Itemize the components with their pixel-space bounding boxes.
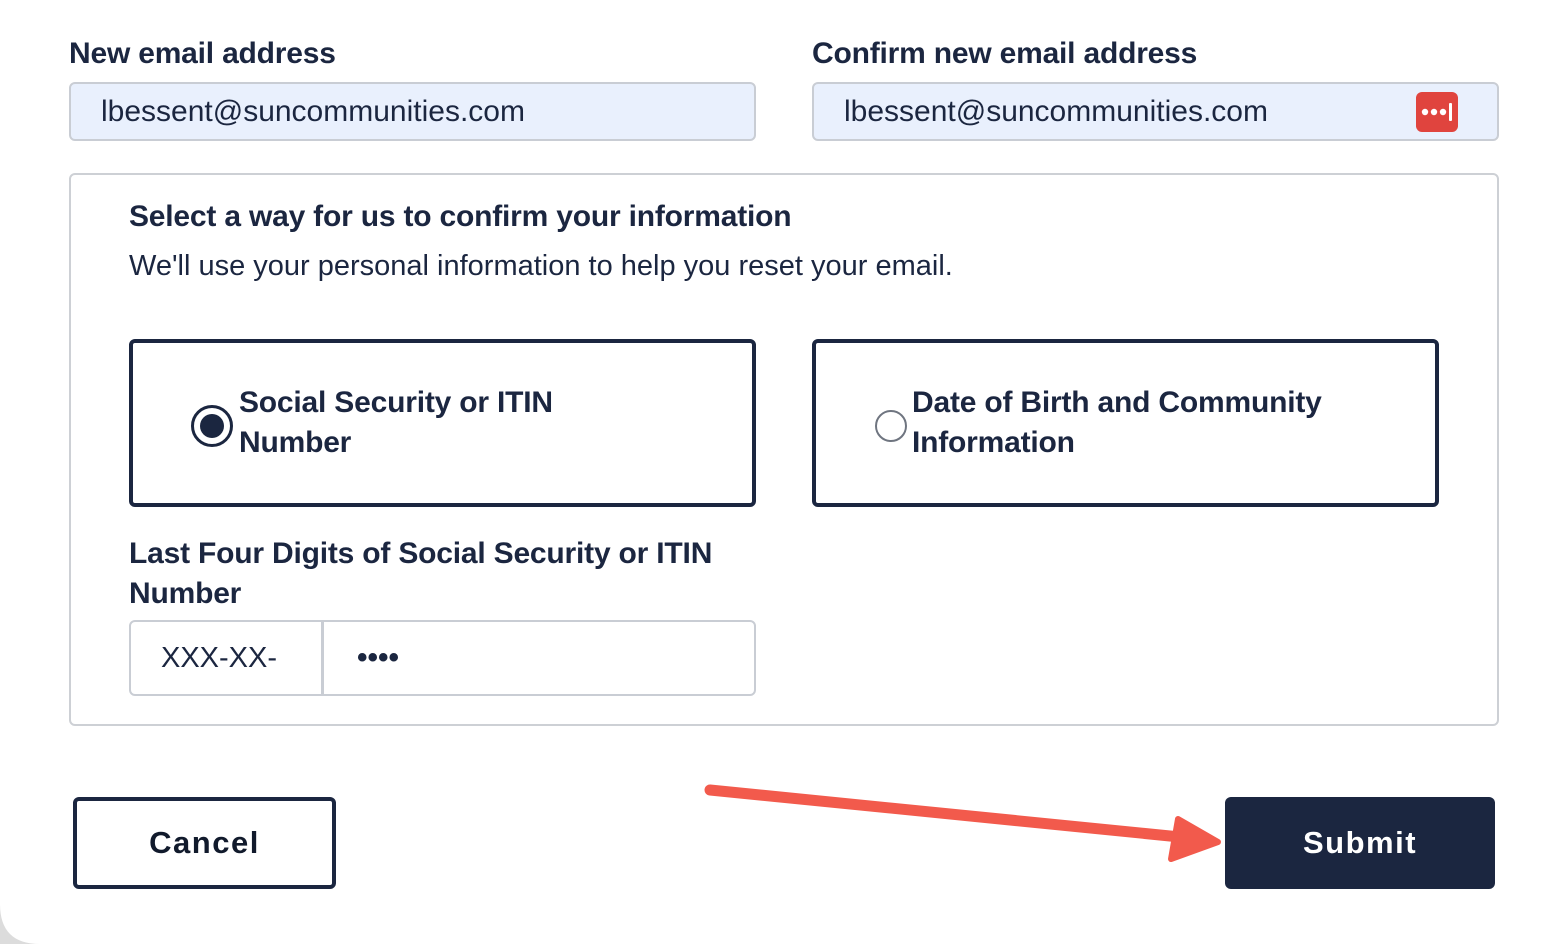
confirm-email-input[interactable] bbox=[812, 82, 1499, 141]
new-email-label: New email address bbox=[69, 37, 336, 70]
window-corner bbox=[0, 904, 40, 944]
verification-title: Select a way for us to confirm your info… bbox=[129, 200, 792, 233]
password-manager-icon[interactable] bbox=[1416, 92, 1458, 132]
ssn-input-group: XXX-XX- bbox=[129, 620, 756, 696]
verification-description: We'll use your personal information to h… bbox=[129, 250, 953, 282]
option-label-ssn: Social Security or ITIN Number bbox=[239, 386, 553, 459]
new-email-input[interactable] bbox=[69, 82, 756, 141]
submit-button[interactable]: Submit bbox=[1225, 797, 1495, 889]
radio-ssn-selected[interactable] bbox=[191, 405, 233, 447]
radio-dob-unselected[interactable] bbox=[875, 410, 907, 442]
ssn-digits-label: Last Four Digits of Social Security or I… bbox=[129, 537, 713, 610]
ssn-prefix: XXX-XX- bbox=[131, 622, 324, 694]
confirm-email-label: Confirm new email address bbox=[812, 37, 1198, 70]
radio-dot-icon bbox=[200, 414, 224, 438]
cancel-button[interactable]: Cancel bbox=[73, 797, 336, 889]
ssn-last-four-input[interactable] bbox=[327, 622, 754, 694]
option-label-dob: Date of Birth and Community Information bbox=[912, 386, 1322, 459]
